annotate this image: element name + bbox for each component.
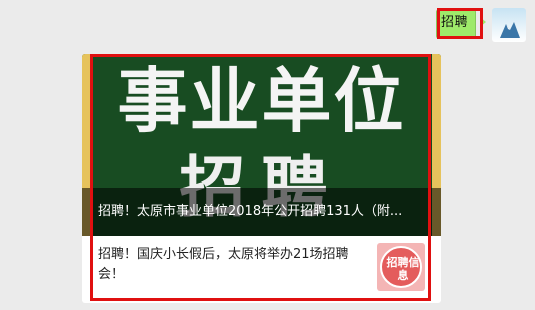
avatar-image-icon [500, 22, 520, 38]
article-highlight-box [90, 54, 431, 301]
message-highlight-box [437, 8, 483, 39]
user-avatar[interactable] [492, 8, 526, 42]
